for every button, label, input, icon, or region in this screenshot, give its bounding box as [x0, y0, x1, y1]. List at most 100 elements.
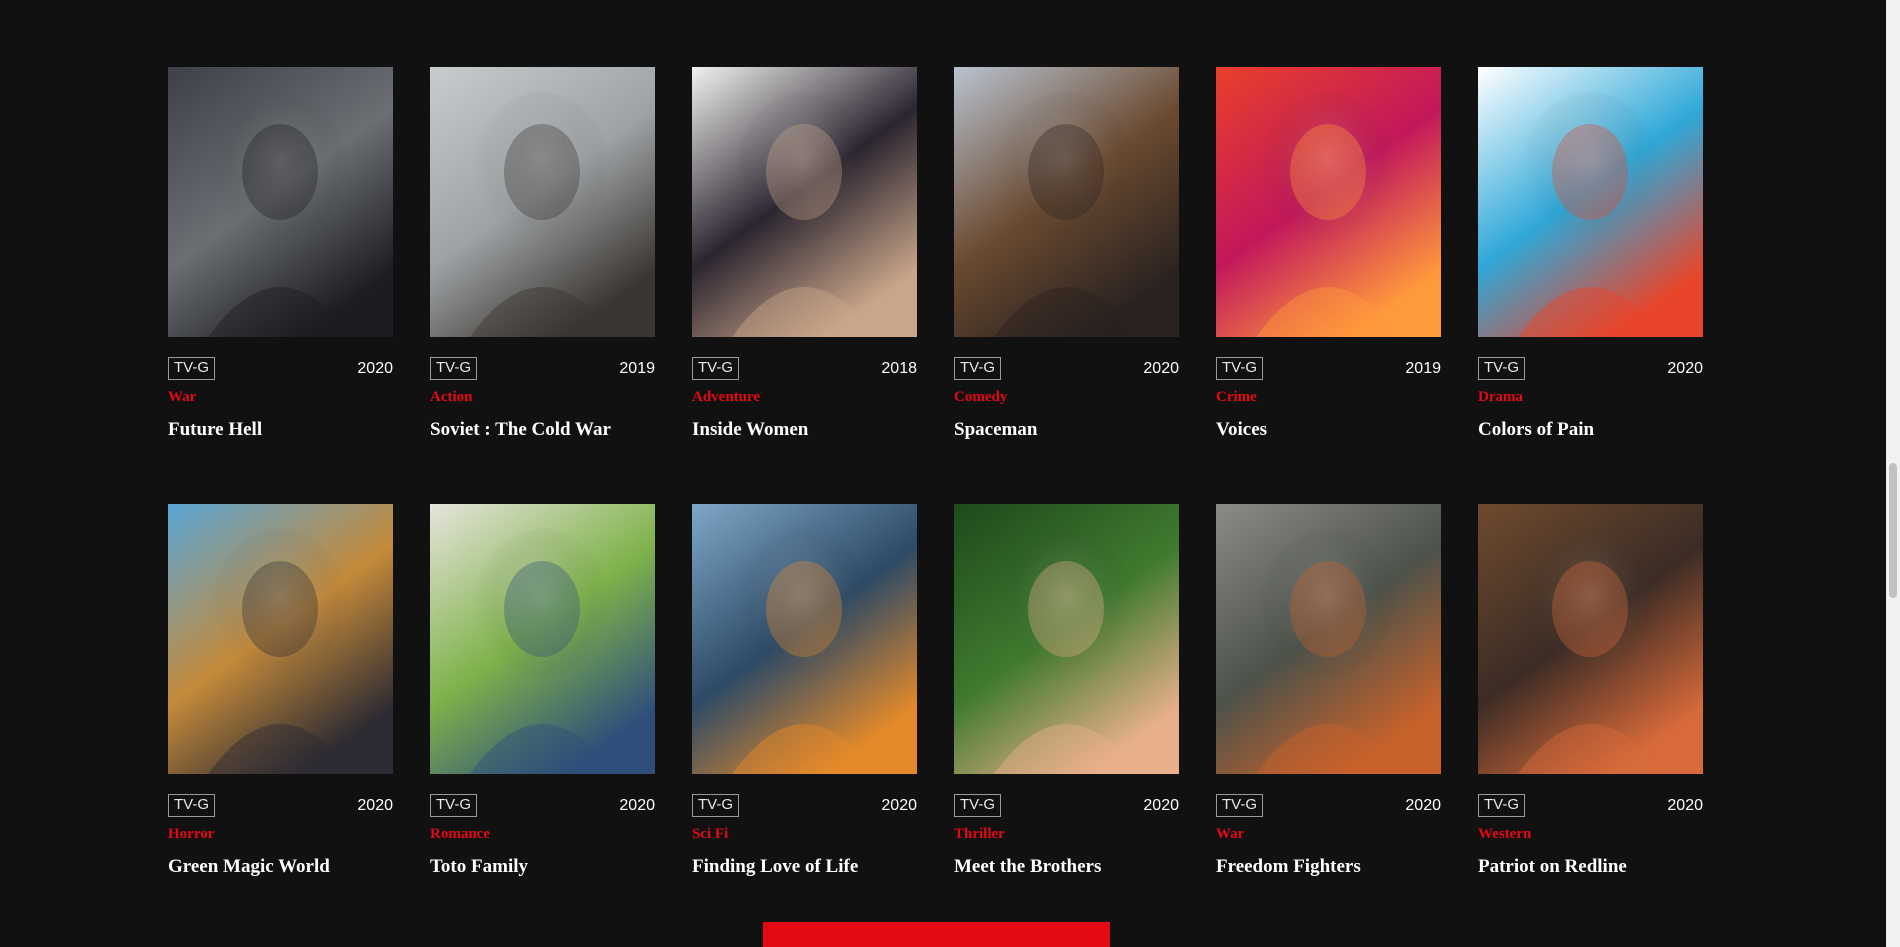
rating-badge: TV-G — [1478, 357, 1526, 380]
movie-poster[interactable] — [954, 67, 1179, 337]
release-year: 2020 — [357, 359, 393, 377]
movie-meta: TV-G 2018 — [692, 356, 917, 381]
movie-title[interactable]: Finding Love of Life — [692, 856, 917, 878]
movie-card[interactable]: TV-G 2020 Romance Toto Family — [430, 504, 655, 941]
rating-badge: TV-G — [430, 794, 478, 817]
movie-poster[interactable] — [1216, 67, 1441, 337]
release-year: 2019 — [619, 359, 655, 377]
movie-card[interactable]: TV-G 2020 Horror Green Magic World — [168, 504, 393, 941]
rating-badge: TV-G — [1478, 794, 1526, 817]
movie-card[interactable]: TV-G 2020 Thriller Meet the Brothers — [954, 504, 1179, 941]
movie-card[interactable]: TV-G 2020 Comedy Spaceman — [954, 67, 1179, 504]
release-year: 2020 — [881, 796, 917, 814]
movie-title[interactable]: Freedom Fighters — [1216, 856, 1441, 878]
genre-link[interactable]: War — [1216, 825, 1441, 843]
movie-title[interactable]: Toto Family — [430, 856, 655, 878]
genre-link[interactable]: Horror — [168, 825, 393, 843]
scrollbar-thumb[interactable] — [1889, 463, 1897, 598]
movie-title[interactable]: Soviet : The Cold War — [430, 419, 655, 441]
movie-poster[interactable] — [168, 67, 393, 337]
poster-image — [1478, 504, 1703, 774]
movie-meta: TV-G 2019 — [1216, 356, 1441, 381]
genre-link[interactable]: Sci Fi — [692, 825, 917, 843]
movie-card[interactable]: TV-G 2019 Crime Voices — [1216, 67, 1441, 504]
movie-card[interactable]: TV-G 2019 Action Soviet : The Cold War — [430, 67, 655, 504]
genre-link[interactable]: Thriller — [954, 825, 1179, 843]
poster-image — [168, 504, 393, 774]
movie-grid: TV-G 2020 War Future Hell TV-G 2019 Acti… — [168, 67, 1703, 941]
release-year: 2019 — [1405, 359, 1441, 377]
genre-link[interactable]: Crime — [1216, 388, 1441, 406]
movie-meta: TV-G 2019 — [430, 356, 655, 381]
rating-badge: TV-G — [168, 794, 216, 817]
movie-card[interactable]: TV-G 2018 Adventure Inside Women — [692, 67, 917, 504]
movie-poster[interactable] — [954, 504, 1179, 774]
genre-link[interactable]: Drama — [1478, 388, 1703, 406]
movie-poster[interactable] — [692, 67, 917, 337]
movie-card[interactable]: TV-G 2020 Sci Fi Finding Love of Life — [692, 504, 917, 941]
poster-image — [954, 67, 1179, 337]
genre-link[interactable]: Romance — [430, 825, 655, 843]
poster-image — [692, 67, 917, 337]
movie-card[interactable]: TV-G 2020 War Freedom Fighters — [1216, 504, 1441, 941]
release-year: 2020 — [1143, 359, 1179, 377]
movie-card[interactable]: TV-G 2020 Western Patriot on Redline — [1478, 504, 1703, 941]
movie-title[interactable]: Meet the Brothers — [954, 856, 1179, 878]
movie-meta: TV-G 2020 — [954, 356, 1179, 381]
release-year: 2020 — [1143, 796, 1179, 814]
rating-badge: TV-G — [954, 794, 1002, 817]
rating-badge: TV-G — [1216, 357, 1264, 380]
movie-poster[interactable] — [430, 67, 655, 337]
movie-poster[interactable] — [1478, 67, 1703, 337]
movie-poster[interactable] — [168, 504, 393, 774]
genre-link[interactable]: Action — [430, 388, 655, 406]
movie-meta: TV-G 2020 — [168, 793, 393, 818]
movie-poster[interactable] — [692, 504, 917, 774]
poster-image — [1216, 67, 1441, 337]
poster-image — [1216, 504, 1441, 774]
movie-poster[interactable] — [430, 504, 655, 774]
rating-badge: TV-G — [692, 357, 740, 380]
movie-card[interactable]: TV-G 2020 War Future Hell — [168, 67, 393, 504]
genre-link[interactable]: Western — [1478, 825, 1703, 843]
movie-poster[interactable] — [1216, 504, 1441, 774]
poster-image — [430, 67, 655, 337]
genre-link[interactable]: War — [168, 388, 393, 406]
genre-link[interactable]: Comedy — [954, 388, 1179, 406]
movie-title[interactable]: Patriot on Redline — [1478, 856, 1703, 878]
release-year: 2020 — [357, 796, 393, 814]
movie-card[interactable]: TV-G 2020 Drama Colors of Pain — [1478, 67, 1703, 504]
movie-grid-page: TV-G 2020 War Future Hell TV-G 2019 Acti… — [0, 0, 1900, 947]
release-year: 2020 — [1667, 359, 1703, 377]
movie-title[interactable]: Green Magic World — [168, 856, 393, 878]
rating-badge: TV-G — [954, 357, 1002, 380]
movie-meta: TV-G 2020 — [1478, 793, 1703, 818]
release-year: 2020 — [1667, 796, 1703, 814]
movie-meta: TV-G 2020 — [1478, 356, 1703, 381]
rating-badge: TV-G — [168, 357, 216, 380]
poster-image — [954, 504, 1179, 774]
movie-meta: TV-G 2020 — [692, 793, 917, 818]
poster-image — [168, 67, 393, 337]
rating-badge: TV-G — [692, 794, 740, 817]
movie-poster[interactable] — [1478, 504, 1703, 774]
movie-title[interactable]: Inside Women — [692, 419, 917, 441]
release-year: 2020 — [619, 796, 655, 814]
poster-image — [692, 504, 917, 774]
movie-title[interactable]: Future Hell — [168, 419, 393, 441]
rating-badge: TV-G — [1216, 794, 1264, 817]
genre-link[interactable]: Adventure — [692, 388, 917, 406]
movie-meta: TV-G 2020 — [954, 793, 1179, 818]
rating-badge: TV-G — [430, 357, 478, 380]
movie-title[interactable]: Colors of Pain — [1478, 419, 1703, 441]
movie-meta: TV-G 2020 — [168, 356, 393, 381]
poster-image — [430, 504, 655, 774]
scrollbar[interactable] — [1886, 0, 1900, 947]
movie-meta: TV-G 2020 — [430, 793, 655, 818]
movie-meta: TV-G 2020 — [1216, 793, 1441, 818]
movie-title[interactable]: Spaceman — [954, 419, 1179, 441]
load-more-button[interactable] — [763, 922, 1110, 947]
poster-image — [1478, 67, 1703, 337]
movie-title[interactable]: Voices — [1216, 419, 1441, 441]
release-year: 2020 — [1405, 796, 1441, 814]
